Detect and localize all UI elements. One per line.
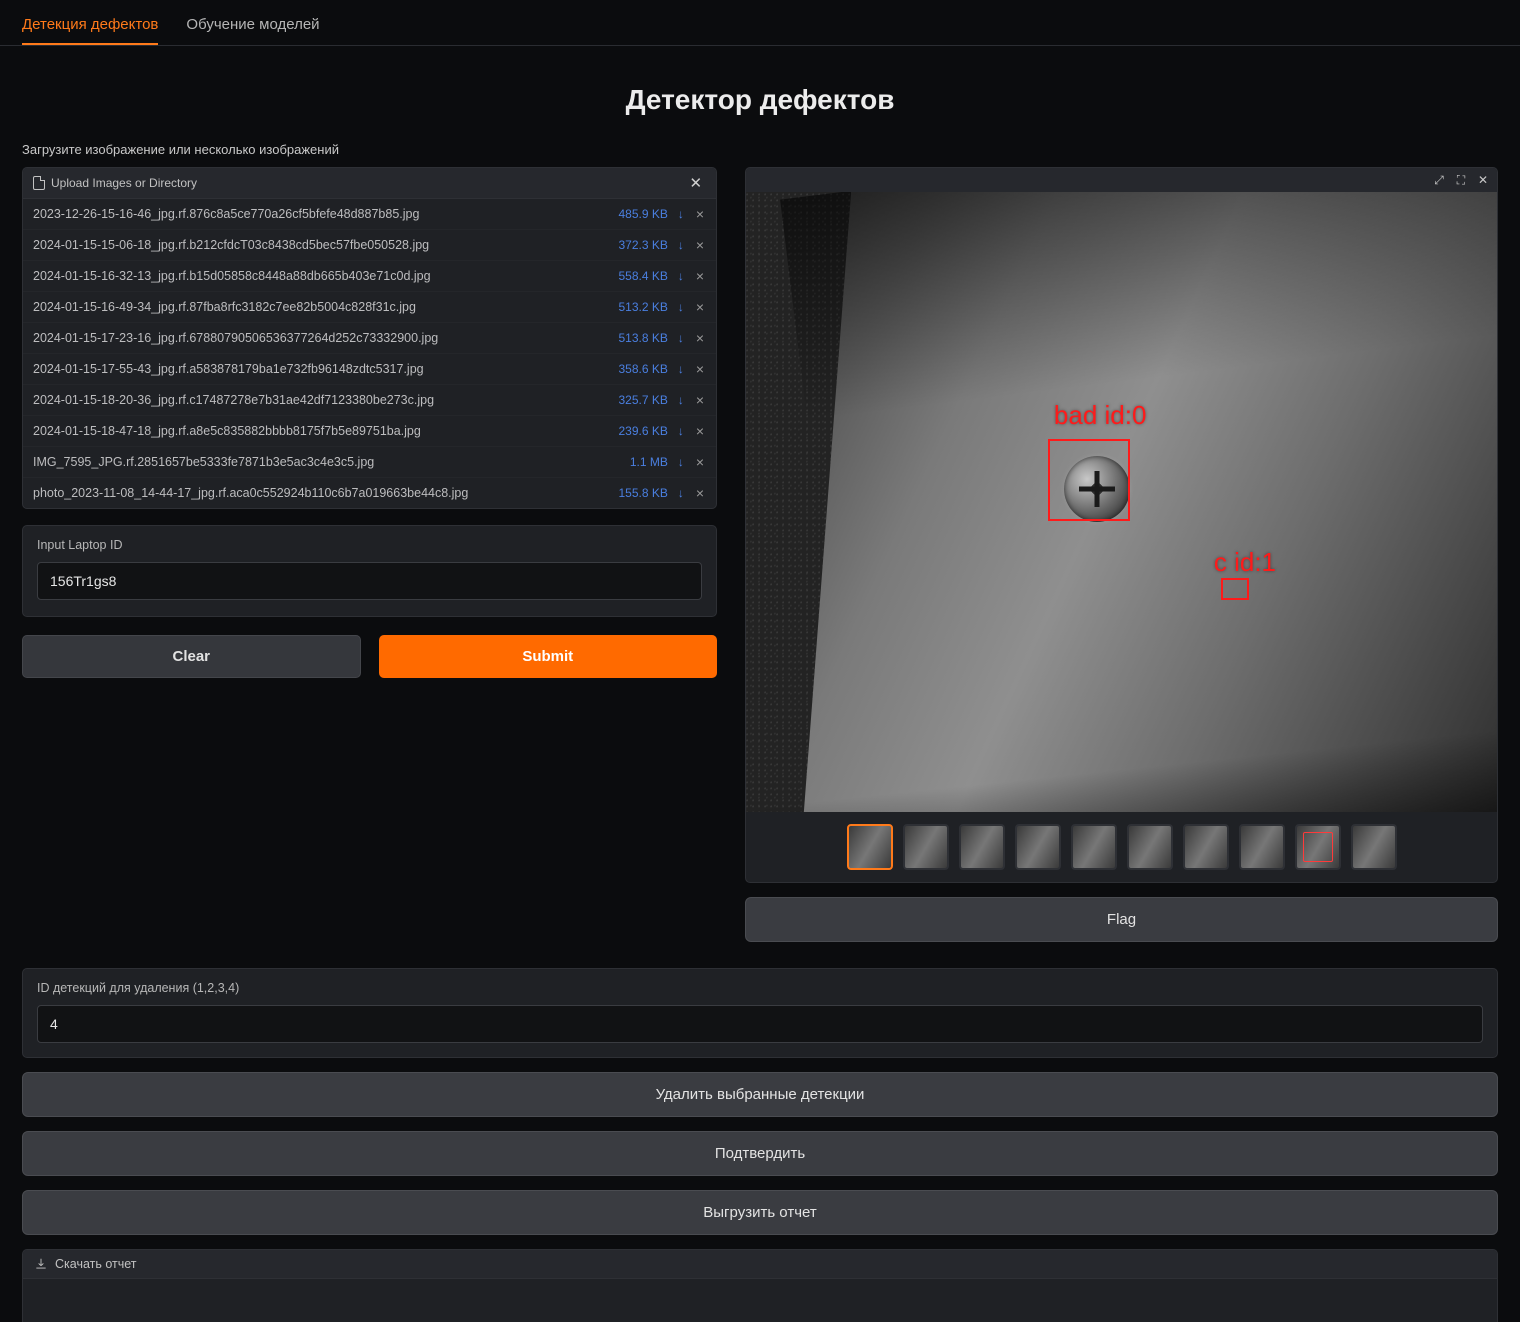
remove-file-icon[interactable]: × <box>694 361 706 377</box>
image-panel: ⤢ ⛶ ✕ bad id:0 c id:1 <box>745 167 1498 883</box>
download-icon[interactable]: ↓ <box>678 331 684 345</box>
download-report-panel: Скачать отчет <box>22 1249 1498 1322</box>
delete-detections-button[interactable]: Удалить выбранные детекции <box>22 1072 1498 1117</box>
thumbnail[interactable] <box>1127 824 1173 870</box>
download-icon[interactable]: ↓ <box>678 269 684 283</box>
upload-subtitle: Загрузите изображение или несколько изоб… <box>22 142 1498 157</box>
file-name: IMG_7595_JPG.rf.2851657be5333fe7871b3e5a… <box>33 455 590 469</box>
upload-panel: Upload Images or Directory ✕ 2023-12-26-… <box>22 167 717 509</box>
laptop-id-input[interactable] <box>37 562 702 600</box>
thumbnail[interactable] <box>1351 824 1397 870</box>
upload-header-label: Upload Images or Directory <box>51 176 197 190</box>
laptop-id-block: Input Laptop ID <box>22 525 717 617</box>
download-icon[interactable]: ↓ <box>678 362 684 376</box>
delete-ids-label: ID детекций для удаления (1,2,3,4) <box>37 981 1483 995</box>
file-row: 2024-01-15-17-55-43_jpg.rf.a583878179ba1… <box>23 354 716 385</box>
laptop-id-label: Input Laptop ID <box>37 538 702 552</box>
file-row: 2024-01-15-16-32-13_jpg.rf.b15d05858c844… <box>23 261 716 292</box>
file-size: 485.9 KB <box>600 207 668 221</box>
remove-file-icon[interactable]: × <box>694 206 706 222</box>
download-report-label: Скачать отчет <box>55 1257 137 1271</box>
detection-image[interactable]: bad id:0 c id:1 <box>746 192 1497 812</box>
file-row: IMG_7595_JPG.rf.2851657be5333fe7871b3e5a… <box>23 447 716 478</box>
download-icon[interactable]: ↓ <box>678 424 684 438</box>
remove-file-icon[interactable]: × <box>694 299 706 315</box>
download-icon[interactable]: ↓ <box>678 455 684 469</box>
file-size: 239.6 KB <box>600 424 668 438</box>
download-icon[interactable]: ↓ <box>678 486 684 500</box>
close-icon[interactable]: ✕ <box>685 174 706 192</box>
file-size: 513.8 KB <box>600 331 668 345</box>
download-report-body[interactable] <box>23 1279 1497 1322</box>
expand-icon[interactable]: ⤢ <box>1431 172 1447 188</box>
file-size: 372.3 KB <box>600 238 668 252</box>
file-size: 513.2 KB <box>600 300 668 314</box>
detection-box-0[interactable] <box>1048 439 1130 521</box>
thumbnail[interactable] <box>959 824 1005 870</box>
file-row: 2024-01-15-16-49-34_jpg.rf.87fba8rfc3182… <box>23 292 716 323</box>
file-name: photo_2023-11-08_14-44-17_jpg.rf.aca0c55… <box>33 486 590 500</box>
export-report-button[interactable]: Выгрузить отчет <box>22 1190 1498 1235</box>
file-size: 325.7 KB <box>600 393 668 407</box>
download-icon <box>34 1257 48 1271</box>
image-close-icon[interactable]: ✕ <box>1475 172 1491 188</box>
file-size: 1.1 MB <box>600 455 668 469</box>
file-row: 2024-01-15-18-47-18_jpg.rf.a8e5c835882bb… <box>23 416 716 447</box>
thumbnail[interactable] <box>1015 824 1061 870</box>
file-name: 2024-01-15-18-20-36_jpg.rf.c17487278e7b3… <box>33 393 590 407</box>
tab-model-training[interactable]: Обучение моделей <box>186 10 319 45</box>
delete-ids-panel: ID детекций для удаления (1,2,3,4) <box>22 968 1498 1058</box>
file-size: 558.4 KB <box>600 269 668 283</box>
file-row: 2024-01-15-15-06-18_jpg.rf.b212cfdcT03c8… <box>23 230 716 261</box>
thumbnail[interactable] <box>1071 824 1117 870</box>
file-name: 2024-01-15-15-06-18_jpg.rf.b212cfdcT03c8… <box>33 238 590 252</box>
file-icon <box>33 176 45 190</box>
thumbnail[interactable] <box>1183 824 1229 870</box>
download-icon[interactable]: ↓ <box>678 393 684 407</box>
remove-file-icon[interactable]: × <box>694 485 706 501</box>
delete-ids-input[interactable] <box>37 1005 1483 1043</box>
file-name: 2024-01-15-16-32-13_jpg.rf.b15d05858c844… <box>33 269 590 283</box>
detection-label-1: c id:1 <box>1214 547 1276 578</box>
detection-box-1[interactable] <box>1221 578 1249 600</box>
file-row: 2023-12-26-15-16-46_jpg.rf.876c8a5ce770a… <box>23 199 716 230</box>
detection-label-0: bad id:0 <box>1054 400 1147 431</box>
download-icon[interactable]: ↓ <box>678 238 684 252</box>
file-size: 358.6 KB <box>600 362 668 376</box>
file-name: 2024-01-15-18-47-18_jpg.rf.a8e5c835882bb… <box>33 424 590 438</box>
file-name: 2024-01-15-16-49-34_jpg.rf.87fba8rfc3182… <box>33 300 590 314</box>
clear-button[interactable]: Clear <box>22 635 361 678</box>
thumbnail[interactable] <box>1239 824 1285 870</box>
file-row: 2024-01-15-17-23-16_jpg.rf.6788079050653… <box>23 323 716 354</box>
remove-file-icon[interactable]: × <box>694 423 706 439</box>
tab-bar: Детекция дефектов Обучение моделей <box>0 0 1520 46</box>
file-name: 2023-12-26-15-16-46_jpg.rf.876c8a5ce770a… <box>33 207 590 221</box>
file-row: 2024-01-15-18-20-36_jpg.rf.c17487278e7b3… <box>23 385 716 416</box>
remove-file-icon[interactable]: × <box>694 330 706 346</box>
page-title: Детектор дефектов <box>22 84 1498 116</box>
file-name: 2024-01-15-17-55-43_jpg.rf.a583878179ba1… <box>33 362 590 376</box>
flag-button[interactable]: Flag <box>745 897 1498 942</box>
remove-file-icon[interactable]: × <box>694 392 706 408</box>
submit-button[interactable]: Submit <box>379 635 718 678</box>
thumbnail[interactable] <box>847 824 893 870</box>
file-row: photo_2023-11-08_14-44-17_jpg.rf.aca0c55… <box>23 478 716 508</box>
remove-file-icon[interactable]: × <box>694 454 706 470</box>
remove-file-icon[interactable]: × <box>694 237 706 253</box>
thumbnail[interactable] <box>903 824 949 870</box>
confirm-button[interactable]: Подтвердить <box>22 1131 1498 1176</box>
file-list: 2023-12-26-15-16-46_jpg.rf.876c8a5ce770a… <box>23 199 716 508</box>
fullscreen-icon[interactable]: ⛶ <box>1453 172 1469 188</box>
file-name: 2024-01-15-17-23-16_jpg.rf.6788079050653… <box>33 331 590 345</box>
file-size: 155.8 KB <box>600 486 668 500</box>
download-icon[interactable]: ↓ <box>678 207 684 221</box>
download-icon[interactable]: ↓ <box>678 300 684 314</box>
thumbnail-strip <box>746 812 1497 882</box>
tab-defect-detection[interactable]: Детекция дефектов <box>22 10 158 45</box>
remove-file-icon[interactable]: × <box>694 268 706 284</box>
image-toolbar: ⤢ ⛶ ✕ <box>746 168 1497 192</box>
thumbnail[interactable] <box>1295 824 1341 870</box>
